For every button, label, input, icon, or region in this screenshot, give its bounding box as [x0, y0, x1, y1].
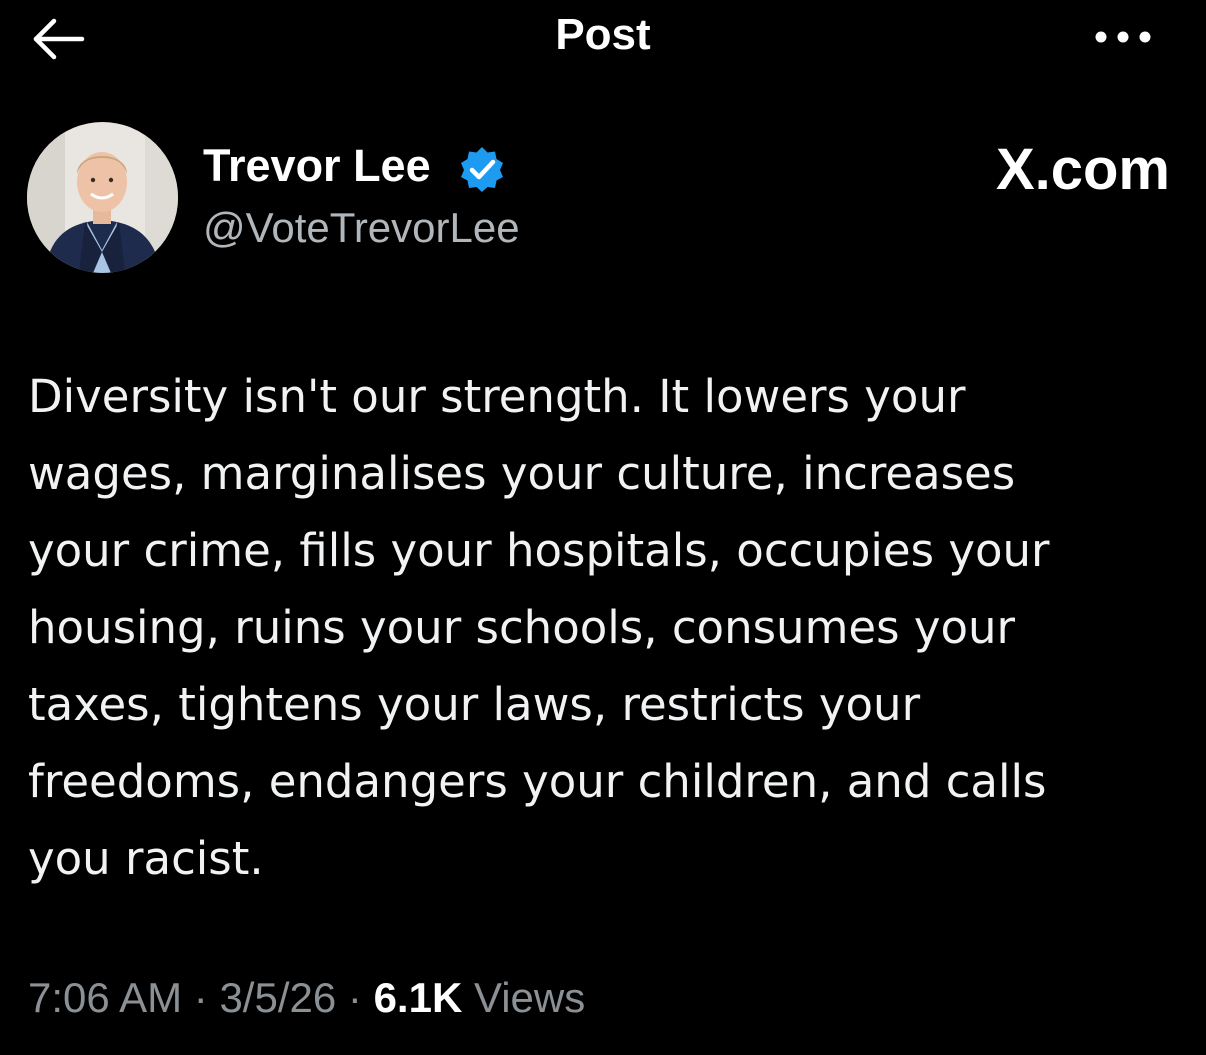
more-horizontal-icon	[1095, 31, 1151, 43]
display-name[interactable]: Trevor Lee	[203, 140, 431, 192]
user-handle[interactable]: @VoteTrevorLee	[203, 204, 520, 252]
post-date[interactable]: 3/5/26	[219, 974, 336, 1021]
avatar[interactable]	[27, 122, 178, 273]
page-title: Post	[555, 10, 651, 59]
views-count[interactable]: 6.1K	[374, 974, 463, 1021]
post-time[interactable]: 7:06 AM	[28, 974, 182, 1021]
meta-separator: ·	[347, 974, 362, 1021]
views-label: Views	[473, 974, 586, 1021]
more-options-button[interactable]	[1088, 22, 1158, 52]
meta-separator: ·	[193, 974, 208, 1021]
top-bar: Post	[0, 0, 1206, 80]
site-watermark: X.com	[995, 137, 1170, 202]
post-meta: 7:06 AM · 3/5/26 · 6.1K Views	[28, 974, 585, 1022]
verified-badge-icon	[457, 144, 507, 194]
post-text: Diversity isn't our strength. It lowers …	[28, 370, 1050, 885]
profile-photo	[27, 122, 178, 273]
